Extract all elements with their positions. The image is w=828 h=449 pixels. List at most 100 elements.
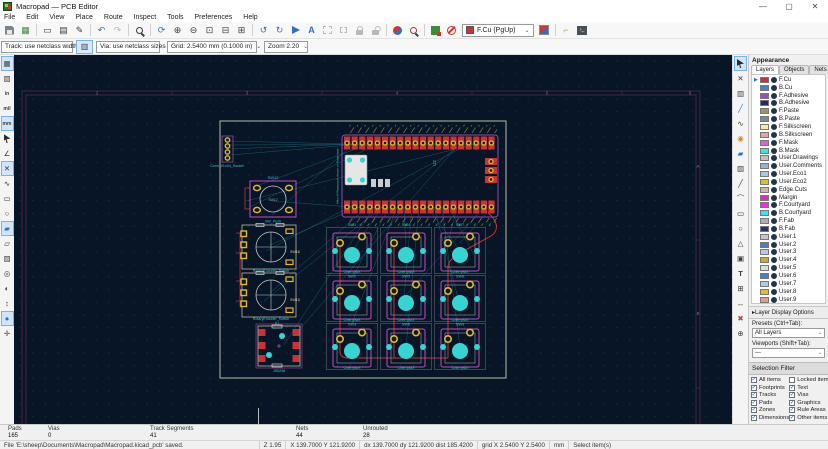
menu-help[interactable]: Help	[243, 14, 257, 21]
auto-track-width-toggle[interactable]: ▥	[76, 40, 93, 54]
layer-row[interactable]: User.6	[752, 272, 825, 280]
layer-color-swatch[interactable]	[760, 171, 769, 177]
layer-row[interactable]: User.7	[752, 280, 825, 288]
layer-row[interactable]: User.Drawings	[752, 154, 825, 162]
checkbox[interactable]	[751, 385, 757, 391]
visibility-eye-icon[interactable]	[771, 140, 777, 146]
visibility-eye-icon[interactable]	[771, 148, 777, 154]
mirror-button[interactable]: A	[304, 23, 319, 38]
layer-color-swatch[interactable]	[760, 108, 769, 114]
free-angle-button[interactable]: ∠	[1, 146, 14, 161]
visibility-eye-icon[interactable]	[771, 218, 777, 224]
layer-row[interactable]: User.5	[752, 264, 825, 272]
pcb-drawing[interactable]: 2 3 4 5 6 A B	[14, 55, 732, 428]
layer-row[interactable]: User.2	[752, 241, 825, 249]
visibility-eye-icon[interactable]	[771, 93, 777, 99]
select-tool-button[interactable]	[734, 56, 747, 71]
visibility-eye-icon[interactable]	[771, 289, 777, 295]
pad-outline-mode-button[interactable]: ◎	[1, 266, 14, 281]
add-textbox-button[interactable]: ⊞	[734, 281, 747, 296]
layer-color-swatch[interactable]	[760, 77, 769, 83]
filter-pads[interactable]: Pads	[751, 400, 789, 406]
visibility-eye-icon[interactable]	[771, 249, 777, 255]
add-via-button[interactable]: ◉	[734, 131, 747, 146]
visibility-eye-icon[interactable]	[771, 124, 777, 130]
visibility-eye-icon[interactable]	[771, 132, 777, 138]
visibility-eye-icon[interactable]	[771, 234, 777, 240]
layer-row[interactable]: User.3	[752, 249, 825, 257]
filter-dimensions[interactable]: Dimensions	[751, 415, 789, 421]
menu-route[interactable]: Route	[104, 14, 123, 21]
filter-text[interactable]: Text	[789, 385, 828, 391]
layer-color-swatch[interactable]	[760, 132, 769, 138]
visibility-eye-icon[interactable]	[771, 108, 777, 114]
visibility-eye-icon[interactable]	[771, 116, 777, 122]
curved-ratsnest-button[interactable]: ∿	[1, 176, 14, 191]
layer-row[interactable]: F.Silkscreen	[752, 123, 825, 131]
menu-view[interactable]: View	[49, 14, 64, 21]
add-text-button[interactable]: T	[734, 266, 747, 281]
draw-polygon-button[interactable]: △	[734, 236, 747, 251]
checkbox[interactable]	[789, 392, 795, 398]
route-tracks-button[interactable]: ╱	[734, 101, 747, 116]
units-mm-button[interactable]: mm	[1, 116, 14, 131]
layer-row[interactable]: User.Eco2	[752, 178, 825, 186]
zoom-fit-objects-button[interactable]: ⊟	[218, 23, 233, 38]
visibility-eye-icon[interactable]	[771, 265, 777, 271]
layer-row-fcu[interactable]: ▶F.Cu	[752, 76, 825, 84]
checkbox[interactable]	[751, 400, 757, 406]
layer-row[interactable]: B.Cu	[752, 84, 825, 92]
layer-color-swatch[interactable]	[760, 163, 769, 169]
via-outline-mode-button[interactable]: ○	[1, 206, 14, 221]
maximize-button[interactable]: ▢	[776, 0, 802, 13]
visibility-eye-icon[interactable]	[771, 242, 777, 248]
track-width-select[interactable]: Track: use netclass width⌄	[1, 41, 73, 53]
filter-other-items[interactable]: Other items	[789, 415, 828, 421]
add-footprint-button[interactable]: ▥	[734, 86, 747, 101]
ratsnest-visibility-button[interactable]: ✕	[1, 161, 14, 176]
ungroup-button[interactable]	[336, 23, 351, 38]
draw-arc-button[interactable]: ⌒	[734, 191, 747, 206]
layer-color-swatch[interactable]	[760, 187, 769, 193]
layer-row[interactable]: F.Paste	[752, 107, 825, 115]
appearance-manager-button[interactable]: ●	[1, 311, 14, 326]
menu-edit[interactable]: Edit	[26, 14, 38, 21]
menu-preferences[interactable]: Preferences	[195, 14, 233, 21]
zone-filled-mode-button[interactable]: ▰	[1, 221, 14, 236]
zone-hatched-mode-button[interactable]: ▨	[1, 251, 14, 266]
checkbox[interactable]	[789, 400, 795, 406]
rotate-cw-button[interactable]: ↻	[272, 23, 287, 38]
rotate-ccw-button[interactable]: ↺	[256, 23, 271, 38]
layer-row[interactable]: User.8	[752, 288, 825, 296]
layer-row[interactable]: F.Mask	[752, 139, 825, 147]
add-rule-area-button[interactable]: ▨	[734, 161, 747, 176]
pcb-canvas[interactable]: 2 3 4 5 6 A B	[14, 55, 732, 424]
viewports-select[interactable]: ---⌄	[752, 348, 825, 358]
layer-row[interactable]: User.Comments	[752, 162, 825, 170]
draw-circle-button[interactable]: ○	[734, 221, 747, 236]
titlebar[interactable]: Macropad — PCB Editor — ▢ ✕	[0, 0, 828, 13]
zone-outline-mode-button[interactable]: ▱	[1, 236, 14, 251]
visibility-eye-icon[interactable]	[771, 273, 777, 279]
visibility-eye-icon[interactable]	[771, 257, 777, 263]
layer-color-swatch[interactable]	[760, 148, 769, 154]
layer-color-swatch[interactable]	[760, 289, 769, 295]
draw-rectangle-button[interactable]: ▭	[734, 206, 747, 221]
plot-button[interactable]: ✎	[72, 23, 87, 38]
layer-color-swatch[interactable]	[760, 202, 769, 208]
layer-row[interactable]: F.Courtyard	[752, 202, 825, 210]
scripting-console-button[interactable]: ›_	[575, 23, 590, 38]
checkbox[interactable]	[751, 407, 757, 413]
visibility-eye-icon[interactable]	[771, 210, 777, 216]
refresh-button[interactable]: ⟳	[154, 23, 169, 38]
visibility-eye-icon[interactable]	[771, 195, 777, 201]
visibility-eye-icon[interactable]	[771, 85, 777, 91]
layer-row[interactable]: Edge.Cuts	[752, 186, 825, 194]
filter-vias[interactable]: Vias	[789, 392, 828, 398]
layer-row[interactable]: User.4	[752, 256, 825, 264]
checkbox[interactable]	[751, 377, 757, 383]
layer-color-swatch[interactable]	[760, 93, 769, 99]
units-mils-button[interactable]: mil	[1, 101, 14, 116]
layer-color-swatch[interactable]	[760, 249, 769, 255]
add-dimension-button[interactable]: ↔	[734, 296, 747, 311]
